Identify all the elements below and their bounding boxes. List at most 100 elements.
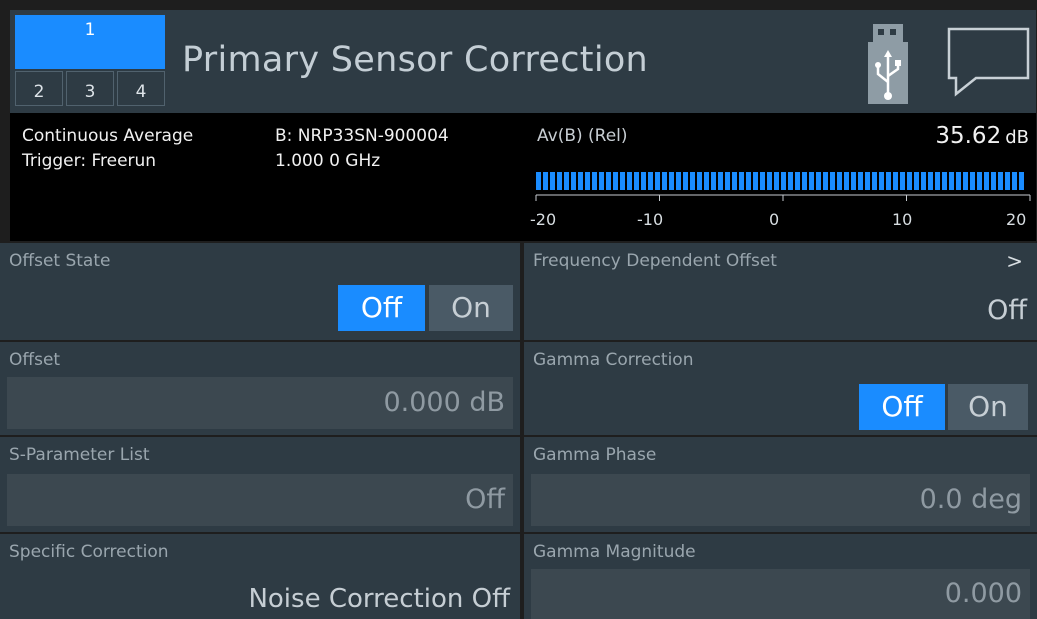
level-bar-segment <box>571 172 576 190</box>
offset-state-panel: Offset State Off On <box>0 243 520 340</box>
level-bar-segment <box>578 172 583 190</box>
level-bar-segment <box>676 172 681 190</box>
tab-2[interactable]: 2 <box>15 71 63 106</box>
level-bar-segment <box>774 172 779 190</box>
level-bar-segment <box>725 172 730 190</box>
s-parameter-field[interactable]: Off <box>7 474 513 526</box>
level-bar-segment <box>935 172 940 190</box>
s-parameter-label: S-Parameter List <box>9 445 150 465</box>
tick-label: 0 <box>769 210 780 229</box>
offset-state-off-option[interactable]: Off <box>338 285 425 331</box>
level-bar-segment <box>879 172 884 190</box>
level-bar-segment <box>683 172 688 190</box>
level-bar-segment <box>900 172 905 190</box>
level-bar-segment <box>620 172 625 190</box>
level-bar-segment <box>746 172 751 190</box>
gamma-correction-toggle[interactable]: Off On <box>859 384 1028 430</box>
message-button[interactable] <box>940 10 1036 113</box>
level-bar-segment <box>1005 172 1010 190</box>
reading-unit: dB <box>1005 127 1029 148</box>
level-bar-segment <box>662 172 667 190</box>
s-parameter-value: Off <box>465 484 505 515</box>
offset-panel: Offset 0.000 dB <box>0 342 520 435</box>
level-bar-segment <box>641 172 646 190</box>
level-bar-segment <box>648 172 653 190</box>
level-bar-segment <box>830 172 835 190</box>
level-bar-segment <box>865 172 870 190</box>
level-bar-segment <box>564 172 569 190</box>
level-bar-segment <box>872 172 877 190</box>
level-bar-segment <box>956 172 961 190</box>
offset-input[interactable]: 0.000 dB <box>7 377 513 429</box>
trigger-text: Trigger: Freerun <box>22 151 157 171</box>
s-parameter-panel: S-Parameter List Off <box>0 437 520 532</box>
sensor-text: B: NRP33SN-900004 <box>275 126 449 146</box>
gamma-magnitude-panel: Gamma Magnitude 0.000 <box>524 534 1037 619</box>
level-bar-segment <box>760 172 765 190</box>
level-bar-segment <box>585 172 590 190</box>
offset-state-toggle[interactable]: Off On <box>338 285 513 331</box>
level-bar-segment <box>739 172 744 190</box>
level-bar-segment <box>732 172 737 190</box>
level-bar-segment <box>816 172 821 190</box>
level-bar-segment <box>844 172 849 190</box>
level-bar-segment <box>907 172 912 190</box>
gamma-correction-panel: Gamma Correction Off On <box>524 342 1037 435</box>
usb-icon <box>868 24 908 104</box>
level-bar-segment <box>718 172 723 190</box>
gamma-phase-input[interactable]: 0.0 deg <box>531 474 1030 526</box>
level-bar-segment <box>823 172 828 190</box>
specific-correction-value: Noise Correction Off <box>248 584 510 614</box>
specific-correction-panel[interactable]: Specific Correction Noise Correction Off <box>0 534 520 619</box>
message-icon <box>947 27 1030 97</box>
level-bar-segment <box>998 172 1003 190</box>
level-bar-segment <box>704 172 709 190</box>
tab-3[interactable]: 3 <box>66 71 114 106</box>
gamma-magnitude-label: Gamma Magnitude <box>533 542 696 562</box>
frequency-text: 1.000 0 GHz <box>275 151 381 171</box>
usb-button[interactable] <box>838 10 933 113</box>
tick-label: 10 <box>892 210 913 229</box>
level-bar-segment <box>557 172 562 190</box>
tab-4[interactable]: 4 <box>117 71 165 106</box>
level-bar-segment <box>970 172 975 190</box>
level-bar-segment <box>802 172 807 190</box>
level-bar-segment <box>711 172 716 190</box>
level-bar-segment <box>928 172 933 190</box>
gamma-magnitude-value: 0.000 <box>944 578 1022 609</box>
offset-state-on-option[interactable]: On <box>429 285 513 331</box>
offset-state-label: Offset State <box>9 251 111 271</box>
gamma-phase-value: 0.0 deg <box>919 484 1022 515</box>
header-bar: 1 2 3 4 Primary Sensor Correction <box>10 10 1036 113</box>
tick-label: 20 <box>1006 210 1027 229</box>
offset-label: Offset <box>9 350 61 370</box>
offset-value: 0.000 dB <box>383 387 505 418</box>
level-bar-segment <box>949 172 954 190</box>
chevron-right-icon: > <box>1006 249 1023 273</box>
level-bar-segment <box>543 172 548 190</box>
level-bar-segment <box>599 172 604 190</box>
level-bar-segment <box>858 172 863 190</box>
level-bar-segment <box>984 172 989 190</box>
level-bar-segment <box>991 172 996 190</box>
gamma-correction-label: Gamma Correction <box>533 350 694 370</box>
level-bar-segment <box>893 172 898 190</box>
level-bar-segment <box>914 172 919 190</box>
page-title: Primary Sensor Correction <box>182 40 649 80</box>
gamma-correction-on-option[interactable]: On <box>948 384 1028 430</box>
level-bar-segment <box>837 172 842 190</box>
level-bar-segment <box>697 172 702 190</box>
gamma-correction-off-option[interactable]: Off <box>859 384 945 430</box>
level-bar-segment <box>753 172 758 190</box>
gamma-phase-label: Gamma Phase <box>533 445 657 465</box>
level-bar-segment <box>669 172 674 190</box>
tick-label: -10 <box>637 210 664 229</box>
frequency-dependent-offset-panel[interactable]: Frequency Dependent Offset > Off <box>524 243 1037 340</box>
tab-1[interactable]: 1 <box>15 15 165 69</box>
level-bar-segment <box>886 172 891 190</box>
measurement-status: Continuous Average Trigger: Freerun B: N… <box>10 113 1036 241</box>
tick-label: -20 <box>530 210 557 229</box>
gamma-magnitude-input[interactable]: 0.000 <box>531 569 1030 619</box>
level-bar-segment <box>921 172 926 190</box>
level-bar-segment <box>781 172 786 190</box>
